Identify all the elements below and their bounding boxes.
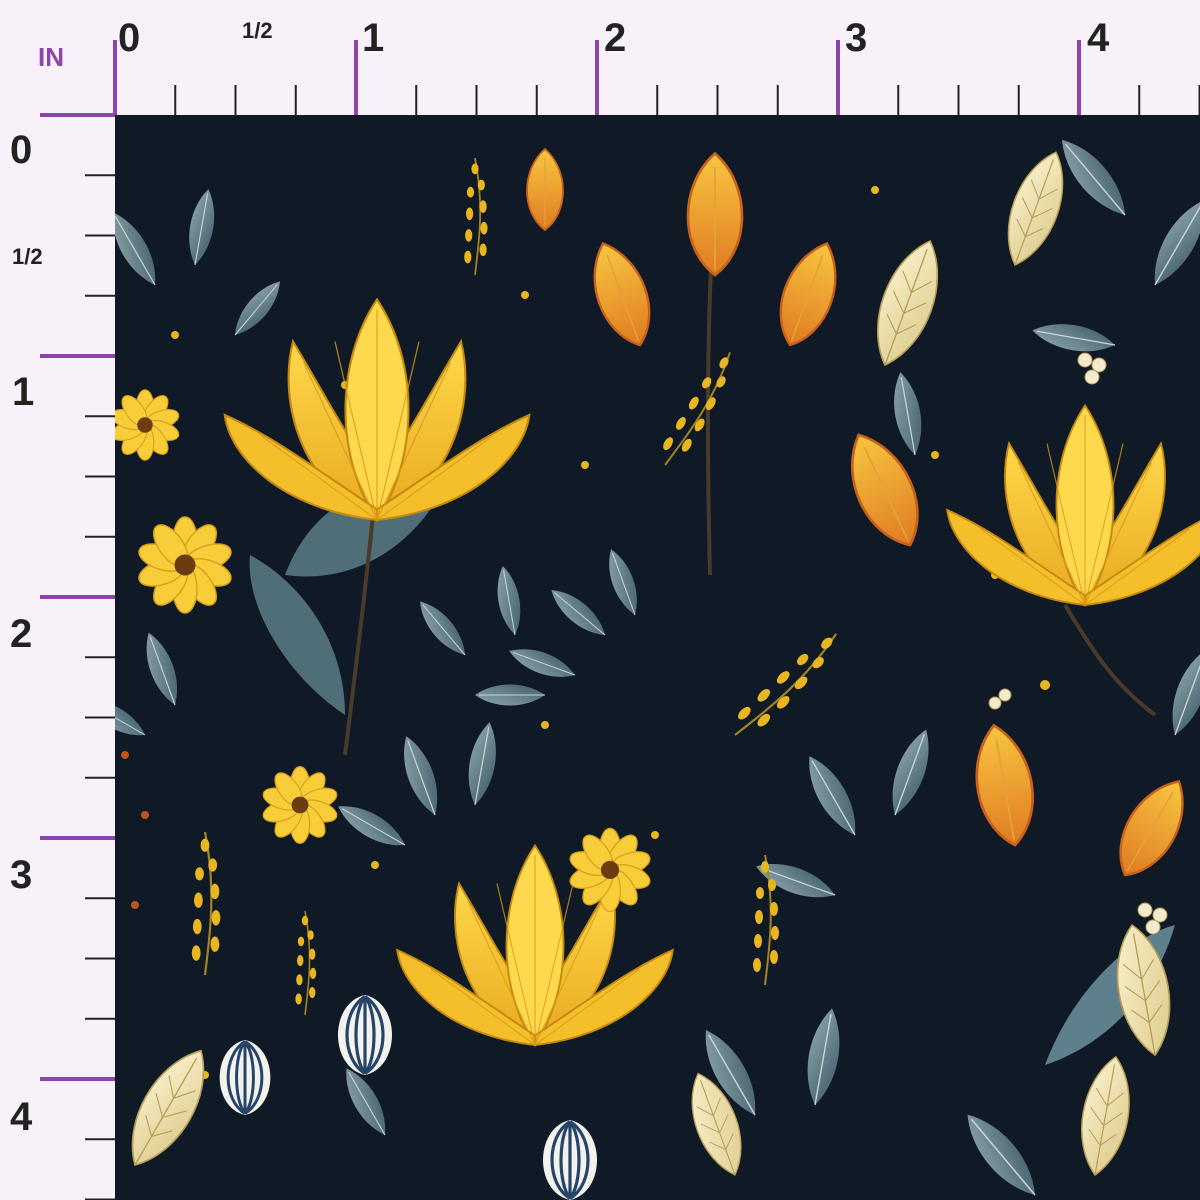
top-label-3: 3 — [845, 16, 868, 60]
left-label-3: 3 — [10, 853, 33, 897]
left-label-4: 4 — [10, 1095, 33, 1139]
left-label-2: 2 — [10, 612, 33, 656]
top-label-4: 4 — [1087, 16, 1110, 60]
top-label-0: 0 — [118, 16, 141, 60]
top-label-1: 1 — [362, 16, 385, 60]
top-label-half: 1/2 — [242, 18, 273, 43]
unit-label: IN — [38, 42, 64, 72]
left-label-1: 1 — [12, 370, 35, 414]
left-label-half: 1/2 — [12, 244, 43, 269]
top-label-2: 2 — [604, 16, 627, 60]
left-label-0: 0 — [10, 128, 33, 172]
floral-pattern-image — [115, 115, 1200, 1200]
floral-fabric-swatch — [115, 115, 1200, 1200]
